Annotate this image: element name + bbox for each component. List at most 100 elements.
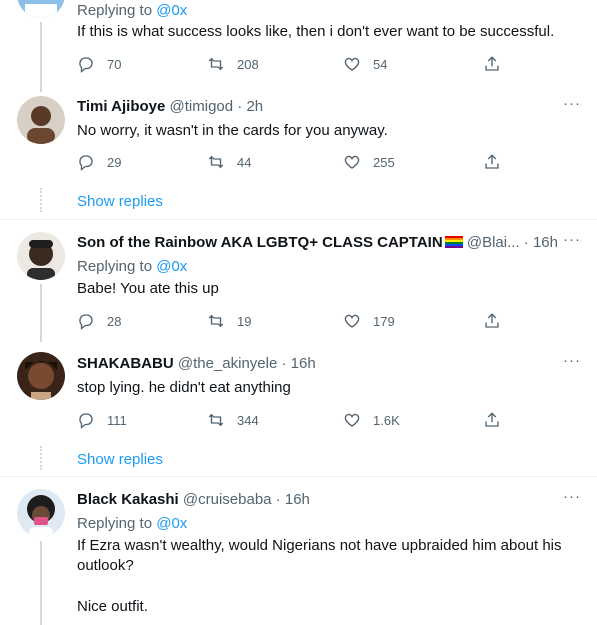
mention-link[interactable]: @0x — [156, 515, 187, 532]
avatar[interactable] — [17, 96, 65, 144]
thread-connector — [40, 541, 42, 625]
separator: · — [519, 234, 533, 251]
reply-icon — [79, 155, 93, 171]
like-count: 255 — [373, 154, 395, 170]
tweet-text-paragraph: Nice outfit. — [77, 598, 148, 615]
mention-link[interactable]: @0x — [156, 2, 187, 19]
tweet[interactable]: SHAKABABU @the_akinyele · 16h ··· stop l… — [0, 342, 597, 476]
rainbow-flag-icon — [444, 236, 463, 248]
tweet-text: No worry, it wasn't in the cards for you… — [77, 122, 388, 139]
like-icon — [344, 57, 360, 71]
display-name[interactable]: Timi Ajiboye — [77, 98, 165, 115]
like-count: 54 — [373, 56, 388, 72]
tweet-header: Black Kakashi @cruisebaba · 16h — [77, 490, 310, 510]
retweet-icon — [208, 314, 224, 328]
avatar[interactable] — [17, 489, 65, 537]
thread-connector-dotted — [40, 188, 42, 212]
reply-count: 70 — [107, 56, 122, 72]
user-handle[interactable]: @Blai... — [467, 234, 520, 251]
show-replies-link[interactable]: Show replies — [77, 193, 163, 210]
retweet-button[interactable]: 44 — [207, 152, 251, 172]
reply-button[interactable]: 111 — [77, 410, 127, 430]
tweet-actions: 28 19 179 — [77, 311, 517, 331]
tweet-text: If Ezra wasn't wealthy, would Nigerians … — [77, 537, 562, 574]
share-button[interactable] — [483, 410, 513, 430]
tweet[interactable]: Black Kakashi @cruisebaba · 16h ··· Repl… — [0, 477, 597, 625]
like-icon — [344, 155, 360, 169]
tweet-text: stop lying. he didn't eat anything — [77, 379, 291, 396]
tweet-actions: 29 44 255 — [77, 152, 517, 172]
share-icon — [485, 313, 499, 328]
retweet-count: 344 — [237, 412, 259, 428]
share-icon — [485, 154, 499, 169]
retweet-count: 19 — [237, 313, 252, 329]
user-handle[interactable]: @the_akinyele — [178, 355, 277, 372]
more-icon[interactable]: ··· — [563, 488, 581, 505]
retweet-button[interactable]: 344 — [207, 410, 259, 430]
user-handle[interactable]: @timigod — [170, 98, 234, 115]
reply-button[interactable]: 70 — [77, 54, 121, 74]
show-replies-link[interactable]: Show replies — [77, 451, 163, 468]
share-button[interactable] — [483, 311, 513, 331]
replying-to: Replying to @0x — [77, 515, 188, 532]
more-icon[interactable]: ··· — [563, 95, 581, 112]
share-icon — [485, 412, 499, 427]
retweet-count: 44 — [237, 154, 252, 170]
separator: · — [233, 98, 247, 115]
reply-icon — [79, 314, 93, 330]
like-button[interactable]: 1.6K — [343, 410, 400, 430]
display-name[interactable]: Black Kakashi — [77, 491, 179, 508]
timestamp[interactable]: 2h — [246, 98, 263, 115]
like-button[interactable]: 54 — [343, 54, 387, 74]
separator: · — [277, 355, 291, 372]
retweet-icon — [208, 413, 224, 427]
thread-connector-dotted — [40, 446, 42, 470]
more-icon[interactable]: ··· — [563, 231, 581, 248]
avatar[interactable] — [17, 232, 65, 280]
tweet[interactable]: Son of the Rainbow AKA LGBTQ+ CLASS CAPT… — [0, 220, 597, 342]
like-count: 179 — [373, 313, 395, 329]
tweet-text: If this is what success looks like, then… — [77, 23, 555, 40]
thread-connector — [40, 22, 42, 92]
replying-to: Replying to @0x — [77, 2, 188, 19]
share-button[interactable] — [483, 54, 513, 74]
mention-link[interactable]: @0x — [156, 258, 187, 275]
tweet-actions: 111 344 1.6K — [77, 410, 517, 430]
reply-button[interactable]: 29 — [77, 152, 121, 172]
tweet-header: Son of the Rainbow AKA LGBTQ+ CLASS CAPT… — [77, 233, 558, 253]
tweet-header: SHAKABABU @the_akinyele · 16h — [77, 354, 316, 374]
timestamp[interactable]: 16h — [285, 491, 310, 508]
reply-count: 28 — [107, 313, 122, 329]
tweet-text: Babe! You ate this up — [77, 280, 219, 297]
avatar[interactable] — [17, 352, 65, 400]
share-button[interactable] — [483, 152, 513, 172]
avatar[interactable] — [17, 0, 65, 18]
separator: · — [271, 491, 285, 508]
display-name[interactable]: Son of the Rainbow AKA LGBTQ+ CLASS CAPT… — [77, 234, 443, 251]
more-icon[interactable]: ··· — [563, 352, 581, 369]
share-icon — [485, 56, 499, 71]
retweet-icon — [208, 57, 224, 71]
thread-connector — [40, 284, 42, 342]
like-button[interactable]: 255 — [343, 152, 395, 172]
timestamp[interactable]: 16h — [291, 355, 316, 372]
reply-icon — [79, 57, 93, 73]
retweet-button[interactable]: 208 — [207, 54, 259, 74]
reply-count: 111 — [107, 412, 127, 428]
reply-icon — [79, 413, 93, 429]
timestamp[interactable]: 16h — [533, 234, 558, 251]
retweet-icon — [208, 155, 224, 169]
like-button[interactable]: 179 — [343, 311, 395, 331]
display-name[interactable]: SHAKABABU — [77, 355, 174, 372]
retweet-count: 208 — [237, 56, 259, 72]
tweet[interactable]: Replying to @0x If this is what success … — [0, 0, 597, 92]
like-count: 1.6K — [373, 412, 400, 428]
tweet-actions: 70 208 54 — [77, 54, 517, 74]
tweet[interactable]: Timi Ajiboye @timigod · 2h ··· No worry,… — [0, 92, 597, 218]
reply-button[interactable]: 28 — [77, 311, 121, 331]
retweet-button[interactable]: 19 — [207, 311, 251, 331]
user-handle[interactable]: @cruisebaba — [183, 491, 272, 508]
tweet-header: Timi Ajiboye @timigod · 2h — [77, 97, 263, 117]
like-icon — [344, 413, 360, 427]
replying-to: Replying to @0x — [77, 258, 188, 275]
